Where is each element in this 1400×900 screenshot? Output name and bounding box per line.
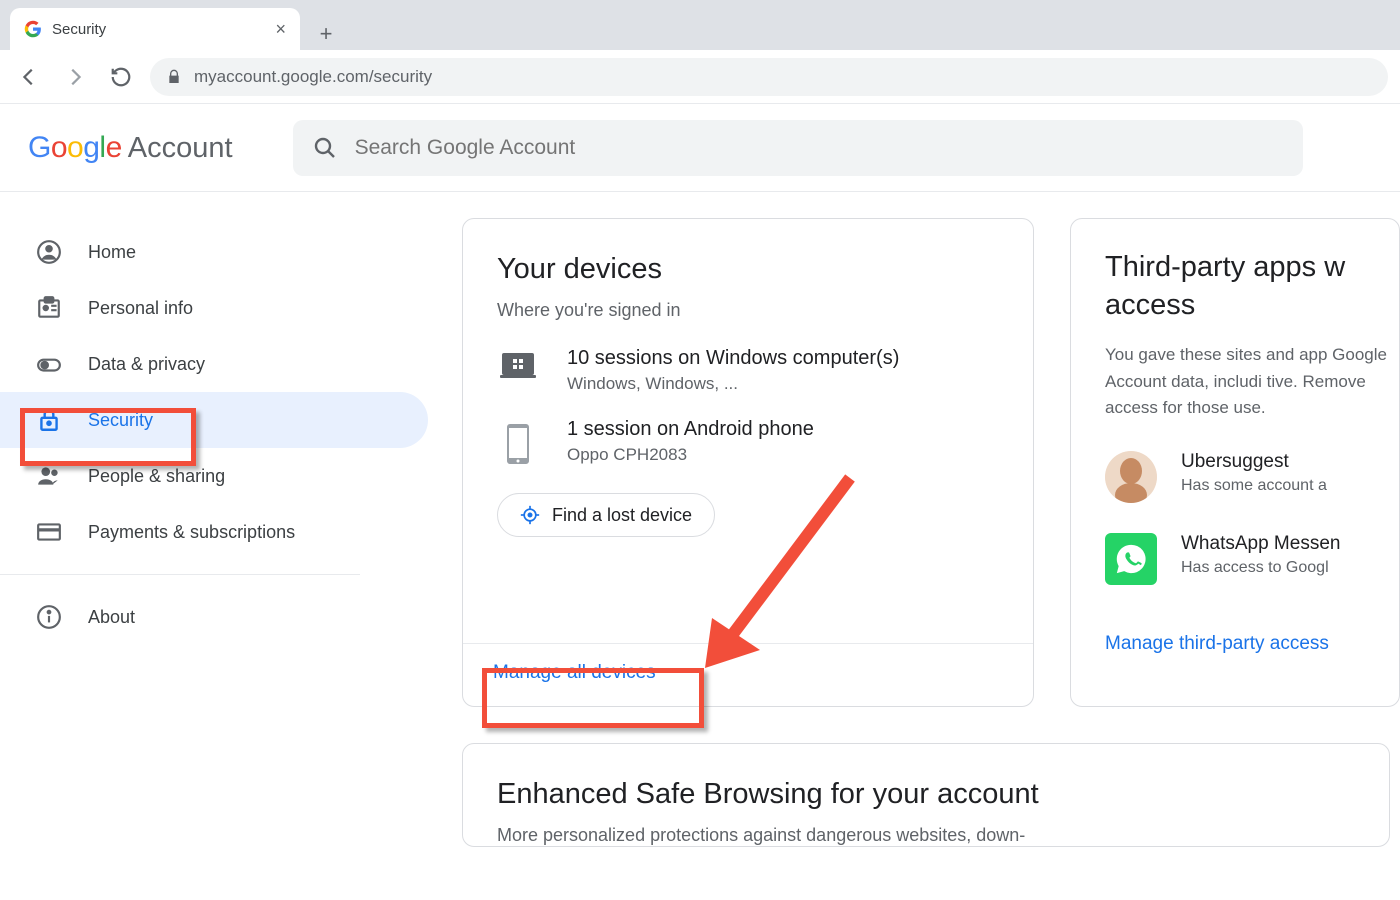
phone-icon: [497, 422, 539, 458]
people-icon: [36, 463, 62, 489]
toggle-icon: [36, 351, 62, 377]
chip-label: Find a lost device: [552, 505, 692, 526]
windows-laptop-icon: [497, 351, 539, 387]
sidebar-item-label: People & sharing: [88, 466, 225, 487]
back-button[interactable]: [12, 60, 46, 94]
lock-icon: [36, 407, 62, 433]
card-icon: [36, 519, 62, 545]
sidebar-item-people-sharing[interactable]: People & sharing: [0, 448, 418, 504]
browser-tab-strip: Security × +: [0, 0, 1400, 50]
safe-browsing-card: Enhanced Safe Browsing for your account …: [462, 743, 1390, 847]
card-subtitle: More personalized protections against da…: [497, 825, 1355, 846]
target-icon: [520, 505, 540, 525]
app-sub: Has some account a: [1181, 477, 1327, 495]
sidebar-item-personal-info[interactable]: Personal info: [0, 280, 418, 336]
account-word: Account: [128, 132, 233, 165]
card-subtitle: Where you're signed in: [497, 300, 999, 321]
info-icon: [36, 604, 62, 630]
sidebar-item-label: Security: [88, 410, 153, 431]
sidebar-item-data-privacy[interactable]: Data & privacy: [0, 336, 418, 392]
sidebar-item-about[interactable]: About: [0, 589, 418, 645]
app-sub: Has access to Googl: [1181, 559, 1340, 577]
device-main: 1 session on Android phone: [567, 418, 814, 441]
home-icon: [36, 239, 62, 265]
sidebar-item-label: About: [88, 607, 135, 628]
sidebar-item-security[interactable]: Security: [0, 392, 418, 448]
third-party-access-card: Third-party apps w access You gave these…: [1070, 218, 1400, 707]
device-row-windows[interactable]: 10 sessions on Windows computer(s) Windo…: [497, 347, 999, 394]
google-favicon: [24, 20, 42, 38]
card-title: Third-party apps w access: [1105, 249, 1399, 324]
sidebar-item-payments[interactable]: Payments & subscriptions: [0, 504, 418, 560]
sidebar-item-label: Payments & subscriptions: [88, 522, 295, 543]
sidebar-item-label: Personal info: [88, 298, 193, 319]
active-indicator: [0, 392, 428, 448]
forward-button[interactable]: [58, 60, 92, 94]
app-header: Google Account: [0, 104, 1400, 192]
new-tab-button[interactable]: +: [310, 18, 342, 50]
sidebar-item-label: Home: [88, 242, 136, 263]
ubersuggest-avatar: [1105, 451, 1157, 503]
your-devices-card: Your devices Where you're signed in 10 s…: [462, 218, 1034, 707]
tab-title: Security: [52, 21, 265, 38]
sidebar: Home Personal info Data & privacy Securi…: [0, 192, 418, 847]
browser-tab[interactable]: Security ×: [10, 8, 300, 50]
search-icon: [313, 136, 337, 160]
device-main: 10 sessions on Windows computer(s): [567, 347, 899, 370]
search-input[interactable]: [355, 136, 1283, 160]
third-party-app-ubersuggest[interactable]: Ubersuggest Has some account a: [1105, 451, 1399, 503]
manage-all-devices-link[interactable]: Manage all devices: [493, 662, 656, 683]
device-sub: Oppo CPH2083: [567, 445, 814, 465]
google-logo: Google: [28, 131, 122, 165]
app-name: WhatsApp Messen: [1181, 533, 1340, 555]
device-row-android[interactable]: 1 session on Android phone Oppo CPH2083: [497, 418, 999, 465]
id-card-icon: [36, 295, 62, 321]
url-text: myaccount.google.com/security: [194, 67, 432, 87]
search-box[interactable]: [293, 120, 1303, 176]
lock-icon: [166, 69, 182, 85]
sidebar-item-home[interactable]: Home: [0, 224, 418, 280]
google-account-logo[interactable]: Google Account: [28, 131, 233, 165]
whatsapp-icon: [1105, 533, 1157, 585]
app-name: Ubersuggest: [1181, 451, 1327, 473]
reload-button[interactable]: [104, 60, 138, 94]
card-title: Enhanced Safe Browsing for your account: [497, 778, 1355, 811]
close-tab-icon[interactable]: ×: [275, 19, 286, 40]
third-party-app-whatsapp[interactable]: WhatsApp Messen Has access to Googl: [1105, 533, 1399, 585]
card-subtitle: You gave these sites and app Google Acco…: [1105, 342, 1399, 421]
sidebar-item-label: Data & privacy: [88, 354, 205, 375]
device-sub: Windows, Windows, ...: [567, 374, 899, 394]
find-lost-device-chip[interactable]: Find a lost device: [497, 493, 715, 537]
browser-toolbar: myaccount.google.com/security: [0, 50, 1400, 104]
manage-third-party-link[interactable]: Manage third-party access: [1105, 633, 1399, 655]
address-bar[interactable]: myaccount.google.com/security: [150, 58, 1388, 96]
card-title: Your devices: [497, 253, 999, 286]
sidebar-divider: [0, 574, 360, 575]
